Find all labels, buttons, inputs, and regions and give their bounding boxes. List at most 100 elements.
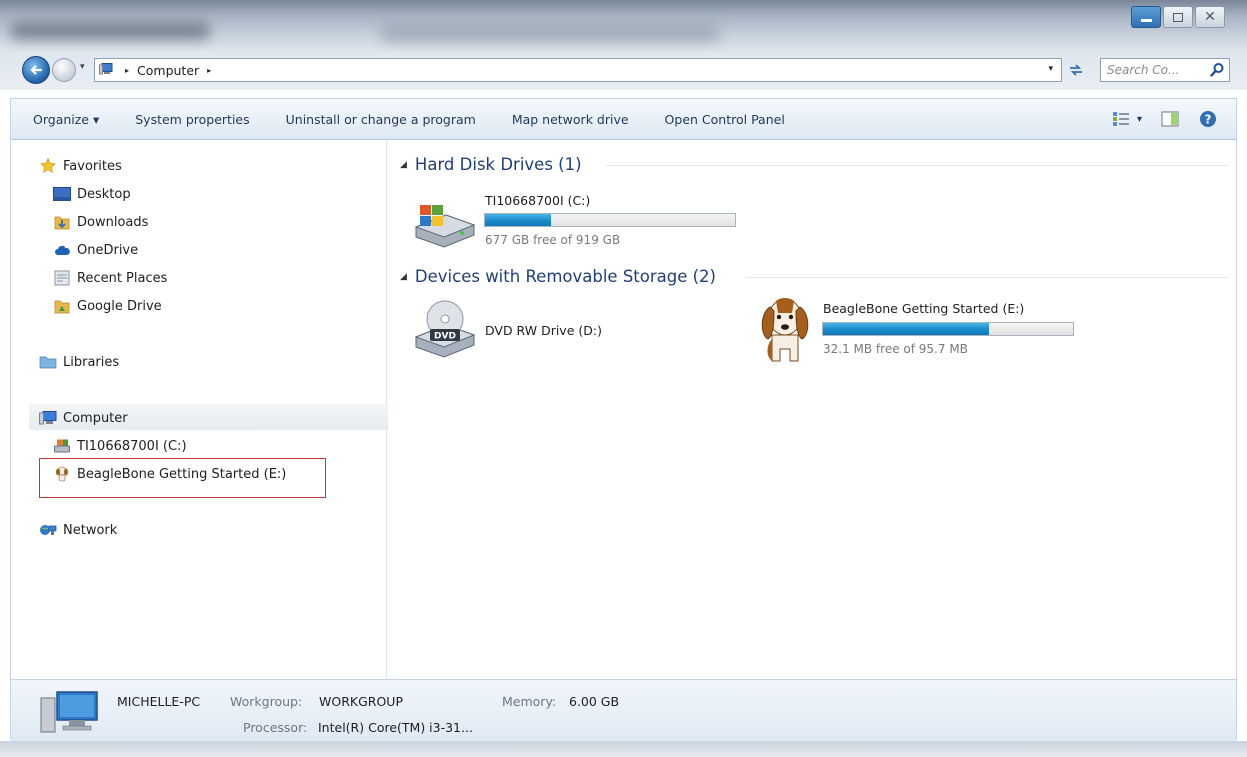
star-icon: [39, 158, 57, 174]
nav-drive-c[interactable]: TI10668700I (C:): [53, 438, 187, 454]
nav-label: Desktop: [77, 186, 131, 202]
memory-label: Memory:: [502, 694, 557, 709]
blurred-title: [10, 22, 210, 40]
uninstall-program-button[interactable]: Uninstall or change a program: [268, 112, 494, 127]
navigation-bar: ▾ ▸ Computer ▸ ▾ Search Co...: [0, 52, 1247, 90]
address-dropdown-icon[interactable]: ▾: [1048, 64, 1053, 74]
nav-label: OneDrive: [77, 242, 139, 258]
back-button[interactable]: [22, 56, 50, 84]
details-pane: MICHELLE-PC Workgroup: WORKGROUP Memory:…: [11, 679, 1236, 741]
group-divider: [606, 165, 1228, 166]
drive-c-name: TI10668700I (C:): [485, 193, 591, 208]
google-drive-folder-icon: [53, 298, 71, 314]
map-network-drive-button[interactable]: Map network drive: [494, 112, 647, 127]
minimize-button[interactable]: [1131, 6, 1161, 28]
libraries-icon: [39, 354, 57, 370]
dvd-drive-icon: DVD: [414, 300, 476, 358]
nav-label: Network: [63, 522, 118, 538]
group-header-removable[interactable]: ◢ Devices with Removable Storage (2): [400, 267, 716, 286]
nav-libraries[interactable]: Libraries: [39, 354, 119, 370]
nav-computer[interactable]: Computer: [39, 410, 128, 426]
navigation-pane: Favorites Desktop Downloads OneDrive Rec…: [11, 141, 395, 678]
beaglebone-usage-fill: [823, 323, 990, 335]
search-input[interactable]: Search Co...: [1100, 58, 1230, 82]
group-title: Devices with Removable Storage (2): [414, 267, 716, 286]
beagle-dog-icon: [761, 298, 809, 362]
nav-label: Libraries: [63, 354, 120, 370]
breadcrumb-computer[interactable]: Computer: [137, 63, 199, 78]
close-button[interactable]: ✕: [1195, 6, 1225, 28]
onedrive-cloud-icon: [53, 242, 71, 258]
nav-label: Downloads: [77, 214, 149, 230]
dvd-label: DVD: [434, 332, 456, 342]
workgroup-value: WORKGROUP: [319, 694, 403, 709]
address-bar[interactable]: ▸ Computer ▸ ▾: [94, 58, 1062, 82]
computer-icon: [39, 410, 57, 426]
drive-c-usage-fill: [485, 214, 551, 226]
search-icon[interactable]: [1209, 62, 1225, 78]
annotation-highlight-box: [39, 458, 326, 498]
hard-drive-icon: [414, 205, 476, 248]
dvd-drive-name: DVD RW Drive (D:): [485, 323, 602, 338]
minimize-icon: [1140, 18, 1152, 22]
command-toolbar: Organize ▾ System properties Uninstall o…: [10, 98, 1237, 140]
maximize-icon: [1173, 12, 1183, 22]
nav-network[interactable]: Network: [39, 522, 117, 538]
nav-google-drive[interactable]: Google Drive: [53, 298, 162, 314]
beaglebone-drive-name: BeagleBone Getting Started (E:): [823, 301, 1025, 316]
drive-c-free-space: 677 GB free of 919 GB: [485, 233, 621, 247]
title-bar: ✕: [0, 0, 1247, 52]
nav-label: Computer: [63, 410, 128, 426]
collapse-triangle-icon[interactable]: ◢: [400, 272, 407, 282]
nav-label: Favorites: [63, 158, 122, 174]
svg-text:?: ?: [1205, 113, 1212, 127]
nav-label: Google Drive: [77, 298, 162, 314]
back-arrow-icon: [30, 65, 43, 75]
nav-favorites[interactable]: Favorites: [39, 158, 122, 174]
history-dropdown-icon[interactable]: ▾: [80, 62, 85, 72]
breadcrumb-separator-icon: ▸: [125, 65, 130, 75]
maximize-button[interactable]: [1163, 6, 1193, 28]
open-control-panel-button[interactable]: Open Control Panel: [647, 112, 803, 127]
workgroup-label: Workgroup:: [230, 694, 303, 709]
refresh-button[interactable]: [1064, 58, 1088, 82]
computer-icon: [99, 63, 113, 75]
beaglebone-usage-bar: [822, 322, 1074, 336]
change-view-button[interactable]: [1111, 109, 1131, 129]
preview-pane-icon: [1161, 111, 1179, 127]
help-button[interactable]: ?: [1198, 109, 1218, 129]
computer-icon: [40, 691, 98, 733]
organize-menu[interactable]: Organize ▾: [11, 112, 117, 127]
nav-onedrive[interactable]: OneDrive: [53, 242, 138, 258]
view-dropdown-icon[interactable]: ▾: [1137, 114, 1142, 125]
refresh-icon: [1070, 64, 1082, 76]
breadcrumb-separator-icon[interactable]: ▸: [207, 66, 211, 75]
content-pane: ◢ Hard Disk Drives (1) TI10668700I (C:) …: [388, 141, 1236, 678]
forward-button[interactable]: [52, 58, 76, 82]
nav-label: Recent Places: [77, 270, 168, 286]
group-divider: [746, 277, 1228, 278]
system-properties-button[interactable]: System properties: [117, 112, 267, 127]
nav-desktop[interactable]: Desktop: [53, 186, 131, 202]
collapse-triangle-icon[interactable]: ◢: [400, 160, 407, 170]
search-placeholder: Search Co...: [1107, 63, 1180, 77]
hard-drive-icon: [53, 438, 71, 454]
group-header-hard-disk[interactable]: ◢ Hard Disk Drives (1): [400, 155, 582, 174]
beaglebone-free-space: 32.1 MB free of 95.7 MB: [823, 342, 968, 356]
group-title: Hard Disk Drives (1): [414, 155, 582, 174]
blurred-title-center: [380, 26, 720, 42]
view-controls: ▾ ?: [1111, 109, 1218, 129]
desktop-icon: [53, 186, 71, 202]
preview-pane-button[interactable]: [1160, 109, 1180, 129]
nav-recent-places[interactable]: Recent Places: [53, 270, 167, 286]
downloads-folder-icon: [53, 214, 71, 230]
processor-label: Processor:: [243, 720, 308, 735]
processor-value: Intel(R) Core(TM) i3-31...: [318, 720, 473, 735]
memory-value: 6.00 GB: [569, 694, 620, 709]
recent-places-icon: [53, 270, 71, 286]
window-controls: ✕: [1131, 6, 1225, 28]
network-icon: [39, 522, 57, 538]
view-options-icon: [1112, 112, 1129, 126]
nav-downloads[interactable]: Downloads: [53, 214, 148, 230]
drive-c-usage-bar: [484, 213, 736, 227]
